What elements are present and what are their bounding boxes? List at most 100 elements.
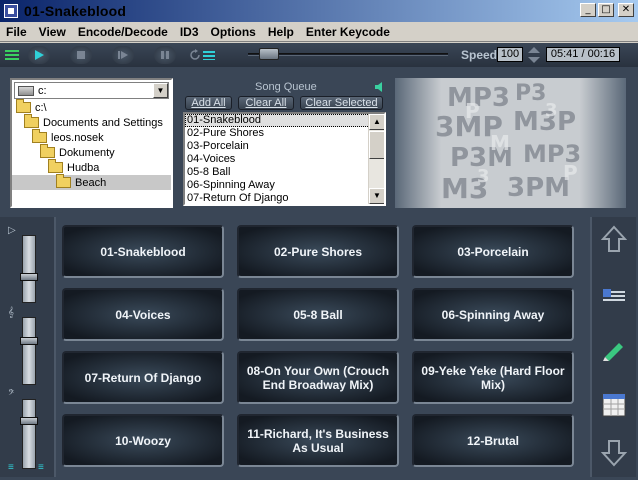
next-track-button[interactable] bbox=[112, 46, 134, 64]
pause-button[interactable] bbox=[154, 46, 176, 64]
queue-item[interactable]: 04-Voices bbox=[185, 153, 384, 166]
window-controls: _ □ ✕ bbox=[580, 3, 634, 17]
arrow-up-icon[interactable] bbox=[601, 225, 627, 253]
folder-item[interactable]: leos.nosek bbox=[12, 129, 171, 145]
speaker-icon[interactable] bbox=[375, 82, 385, 92]
play-button[interactable] bbox=[28, 46, 50, 64]
queue-item[interactable]: 06-Spinning Away bbox=[185, 179, 384, 192]
clear-all-button[interactable]: Clear All bbox=[238, 96, 294, 110]
bass-slider[interactable] bbox=[22, 399, 36, 469]
folder-label: leos.nosek bbox=[51, 131, 104, 144]
stop-button[interactable] bbox=[70, 46, 92, 64]
volume-slider[interactable] bbox=[22, 235, 36, 303]
queue-item[interactable]: 02-Pure Shores bbox=[185, 127, 384, 140]
speed-arrows-icon[interactable] bbox=[526, 46, 542, 64]
track-button[interactable]: 06-Spinning Away bbox=[412, 288, 574, 341]
speed-label: Speed bbox=[461, 48, 498, 62]
queue-item[interactable]: 03-Porcelain bbox=[185, 140, 384, 153]
arrow-down-icon[interactable] bbox=[601, 439, 627, 467]
folder-icon bbox=[40, 144, 55, 158]
close-button[interactable]: ✕ bbox=[618, 3, 634, 17]
folder-tree: c:\ Documents and Settings leos.nosek Dokum… bbox=[12, 99, 171, 190]
folder-label: Documents and Settings bbox=[43, 116, 163, 129]
folder-item[interactable]: Documents and Settings bbox=[12, 114, 171, 130]
menu-encode-decode[interactable]: Encode/Decode bbox=[72, 25, 174, 39]
menu-enter-keycode[interactable]: Enter Keycode bbox=[300, 25, 396, 39]
track-button[interactable]: 12-Brutal bbox=[412, 414, 574, 467]
track-button[interactable]: 08-On Your Own (Crouch End Broadway Mix) bbox=[237, 351, 399, 404]
seek-slider-knob[interactable] bbox=[259, 48, 279, 60]
queue-scrollbar[interactable]: ▲ ▼ bbox=[368, 114, 384, 204]
queue-item[interactable]: 05-8 Ball bbox=[185, 166, 384, 179]
queue-item[interactable]: 07-Return Of Django bbox=[185, 192, 384, 204]
triangle-icon: ▷ bbox=[8, 225, 16, 236]
main-area: ▷ 𝄞 𝄢 ≡ ≡ 01-Snakeblood 02-Pure Shores 03-… bbox=[0, 215, 638, 480]
clear-selected-button[interactable]: Clear Selected bbox=[300, 96, 383, 110]
track-button[interactable]: 07-Return Of Django bbox=[62, 351, 224, 404]
queue-item[interactable]: 01-Snakeblood bbox=[185, 114, 384, 127]
track-button[interactable]: 05-8 Ball bbox=[237, 288, 399, 341]
treble-slider-knob[interactable] bbox=[20, 337, 38, 345]
album-art-image: MP3 P3 3MP M3P P3M MP3 M3 3PM P 3 M P 3 bbox=[395, 78, 626, 208]
track-grid: 01-Snakeblood 02-Pure Shores 03-Porcelain 0… bbox=[62, 225, 584, 471]
folder-browser: c: ▼ c:\ Documents and Settings leos.nosek… bbox=[10, 78, 173, 208]
scroll-down-icon[interactable]: ▼ bbox=[369, 188, 384, 204]
playlist-icon[interactable] bbox=[4, 46, 20, 64]
treble-clef-icon: 𝄞 bbox=[8, 307, 14, 318]
window-title: 01-Snakeblood bbox=[24, 3, 127, 19]
equalizer-right-icon: ≡ bbox=[38, 462, 44, 473]
folder-icon bbox=[16, 99, 31, 113]
track-button[interactable]: 11-Richard, It's Business As Usual bbox=[237, 414, 399, 467]
top-panel: c: ▼ c:\ Documents and Settings leos.nosek… bbox=[0, 67, 638, 215]
menu-view[interactable]: View bbox=[33, 25, 72, 39]
track-button[interactable]: 02-Pure Shores bbox=[237, 225, 399, 278]
equalizer-icon[interactable] bbox=[202, 46, 216, 64]
tool-rail bbox=[590, 217, 636, 477]
svg-text:P3: P3 bbox=[515, 81, 546, 106]
folder-item[interactable]: Hudba bbox=[12, 159, 171, 175]
folder-label: Dokumenty bbox=[59, 146, 115, 159]
track-button[interactable]: 10-Woozy bbox=[62, 414, 224, 467]
track-button[interactable]: 01-Snakeblood bbox=[62, 225, 224, 278]
folder-icon bbox=[48, 159, 63, 173]
transport-bar: Speed 100 05:41 / 00:16 bbox=[0, 43, 638, 67]
svg-text:3: 3 bbox=[477, 166, 490, 187]
svg-text:P: P bbox=[563, 161, 578, 185]
folder-label: Beach bbox=[75, 176, 107, 189]
track-button[interactable]: 03-Porcelain bbox=[412, 225, 574, 278]
menu-options[interactable]: Options bbox=[205, 25, 262, 39]
track-button[interactable]: 04-Voices bbox=[62, 288, 224, 341]
maximize-button[interactable]: □ bbox=[598, 3, 614, 17]
volume-slider-knob[interactable] bbox=[20, 273, 38, 281]
bass-slider-knob[interactable] bbox=[20, 417, 38, 425]
folder-item[interactable]: Beach bbox=[12, 174, 171, 190]
pen-icon[interactable] bbox=[601, 339, 627, 361]
add-all-button[interactable]: Add All bbox=[185, 96, 232, 110]
folder-item[interactable]: Dokumenty bbox=[12, 144, 171, 160]
folder-icon bbox=[32, 129, 47, 143]
svg-text:3: 3 bbox=[545, 100, 558, 121]
svg-text:P: P bbox=[465, 99, 480, 123]
folder-item[interactable]: c:\ bbox=[12, 99, 171, 115]
menu-file[interactable]: File bbox=[0, 25, 33, 39]
svg-text:3PM: 3PM bbox=[507, 173, 570, 203]
treble-slider[interactable] bbox=[22, 317, 36, 385]
tag-editor-icon[interactable] bbox=[601, 287, 627, 305]
drive-select[interactable]: c: ▼ bbox=[14, 82, 169, 99]
chevron-down-icon[interactable]: ▼ bbox=[153, 83, 168, 98]
scroll-up-icon[interactable]: ▲ bbox=[369, 114, 384, 130]
song-queue-list[interactable]: 01-Snakeblood 02-Pure Shores 03-Porcelain 0… bbox=[183, 112, 386, 206]
drive-label: c: bbox=[38, 84, 47, 97]
menu-id3[interactable]: ID3 bbox=[174, 25, 205, 39]
time-display: 05:41 / 00:16 bbox=[546, 47, 620, 62]
app-icon[interactable] bbox=[4, 4, 18, 18]
repeat-icon[interactable] bbox=[188, 46, 202, 64]
menu-help[interactable]: Help bbox=[262, 25, 300, 39]
minimize-button[interactable]: _ bbox=[580, 3, 596, 17]
queue-title: Song Queue bbox=[255, 81, 317, 93]
scroll-thumb[interactable] bbox=[369, 131, 384, 159]
table-icon[interactable] bbox=[601, 392, 627, 418]
speed-value[interactable]: 100 bbox=[497, 47, 523, 62]
folder-icon bbox=[24, 114, 39, 128]
track-button[interactable]: 09-Yeke Yeke (Hard Floor Mix) bbox=[412, 351, 574, 404]
